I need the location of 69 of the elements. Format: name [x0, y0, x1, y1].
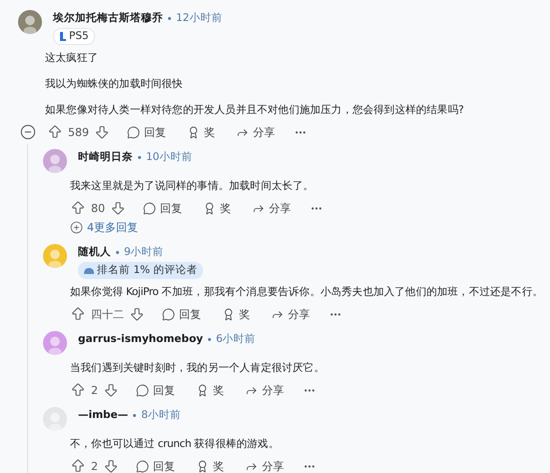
separator-dot: [168, 17, 171, 20]
separator-dot: [133, 414, 136, 417]
user-flair: PS5: [53, 28, 95, 45]
award-icon: [203, 202, 216, 214]
upvote-button[interactable]: [70, 458, 86, 473]
award-icon: [196, 384, 209, 396]
upvote-button[interactable]: [70, 200, 86, 216]
award-icon: [187, 126, 200, 138]
timestamp: 8小时前: [141, 409, 181, 422]
username[interactable]: 时崎明日奈: [78, 151, 133, 164]
downvote-button[interactable]: [103, 458, 119, 473]
upvote-button[interactable]: [70, 382, 86, 398]
downvote-button[interactable]: [110, 200, 126, 216]
timestamp: 6小时前: [216, 333, 256, 346]
comment-text: 我以为蜘蛛侠的加载时间很快: [45, 77, 184, 92]
vote-count: 589: [68, 126, 89, 138]
timestamp: 9小时前: [124, 246, 164, 259]
speech-bubble-icon: [143, 202, 156, 214]
comment-text: 如果你觉得 KojiPro 不加班，那我有个消息要告诉你。小岛秀夫也加入了他们的加班，不过还是不行。: [70, 285, 544, 300]
award-button[interactable]: 奖: [192, 380, 228, 400]
share-button[interactable]: 分享: [241, 456, 288, 473]
award-button[interactable]: 奖: [199, 198, 235, 218]
vote-count: 80: [91, 202, 105, 214]
award-button[interactable]: 奖: [183, 122, 219, 142]
upvote-button[interactable]: [70, 306, 86, 322]
share-button[interactable]: 分享: [248, 198, 295, 218]
reply-button[interactable]: 回复: [158, 304, 205, 324]
share-button[interactable]: 分享: [267, 304, 314, 324]
reply-button[interactable]: 回复: [139, 198, 186, 218]
comment-text: 当我们遇到关键时刻时，我的另一个人肯定很讨厌它。: [70, 361, 326, 376]
separator-dot: [138, 156, 141, 159]
separator-dot: [208, 338, 212, 341]
award-button[interactable]: 奖: [218, 304, 254, 324]
separator-dot: [116, 251, 119, 254]
comment-text: 我来这里就是为了说同样的事情。加载时间太长了。: [70, 179, 315, 194]
collapse-button[interactable]: [20, 124, 36, 140]
comment-text: 如果您像对待人类一样对待您的开发人员并且不对他们施加压力，您会得到这样的结果吗?: [45, 103, 465, 118]
award-icon: [222, 308, 235, 320]
username[interactable]: 随机人: [78, 246, 111, 259]
award-icon: [196, 460, 209, 472]
plus-icon: [70, 221, 83, 234]
username[interactable]: —imbe—: [78, 409, 128, 422]
vote-count: 2: [91, 460, 98, 472]
stripe-icon: [59, 32, 66, 41]
reply-button[interactable]: 回复: [132, 380, 179, 400]
share-button[interactable]: 分享: [232, 122, 279, 142]
timestamp: 10小时前: [146, 151, 192, 164]
timestamp: 12小时前: [176, 12, 222, 25]
reply-button[interactable]: 回复: [132, 456, 179, 473]
vote-count: 四十二: [91, 306, 124, 322]
speech-bubble-icon: [136, 460, 149, 472]
speech-bubble-icon: [136, 384, 149, 396]
speech-bubble-icon: [162, 308, 175, 320]
comment-text: 不，你也可以通过 crunch 获得很棒的游戏。: [70, 437, 280, 452]
helmet-icon: [84, 268, 94, 274]
comment-text: 这太疯狂了: [45, 51, 100, 66]
upvote-button[interactable]: [47, 124, 63, 140]
downvote-button[interactable]: [94, 124, 110, 140]
vote-count: 2: [91, 384, 98, 396]
username[interactable]: 埃尔加托梅古斯塔穆乔: [53, 12, 163, 25]
username[interactable]: garrus-ismyhomeboy: [78, 333, 204, 346]
share-button[interactable]: 分享: [241, 380, 288, 400]
reply-button[interactable]: 回复: [123, 122, 170, 142]
downvote-button[interactable]: [103, 382, 119, 398]
speech-bubble-icon: [127, 126, 140, 138]
more-replies-link[interactable]: 4更多回复: [70, 220, 138, 235]
downvote-button[interactable]: [129, 306, 145, 322]
award-button[interactable]: 奖: [192, 456, 228, 473]
user-flair: 排名前 1% 的评论者: [78, 262, 204, 279]
